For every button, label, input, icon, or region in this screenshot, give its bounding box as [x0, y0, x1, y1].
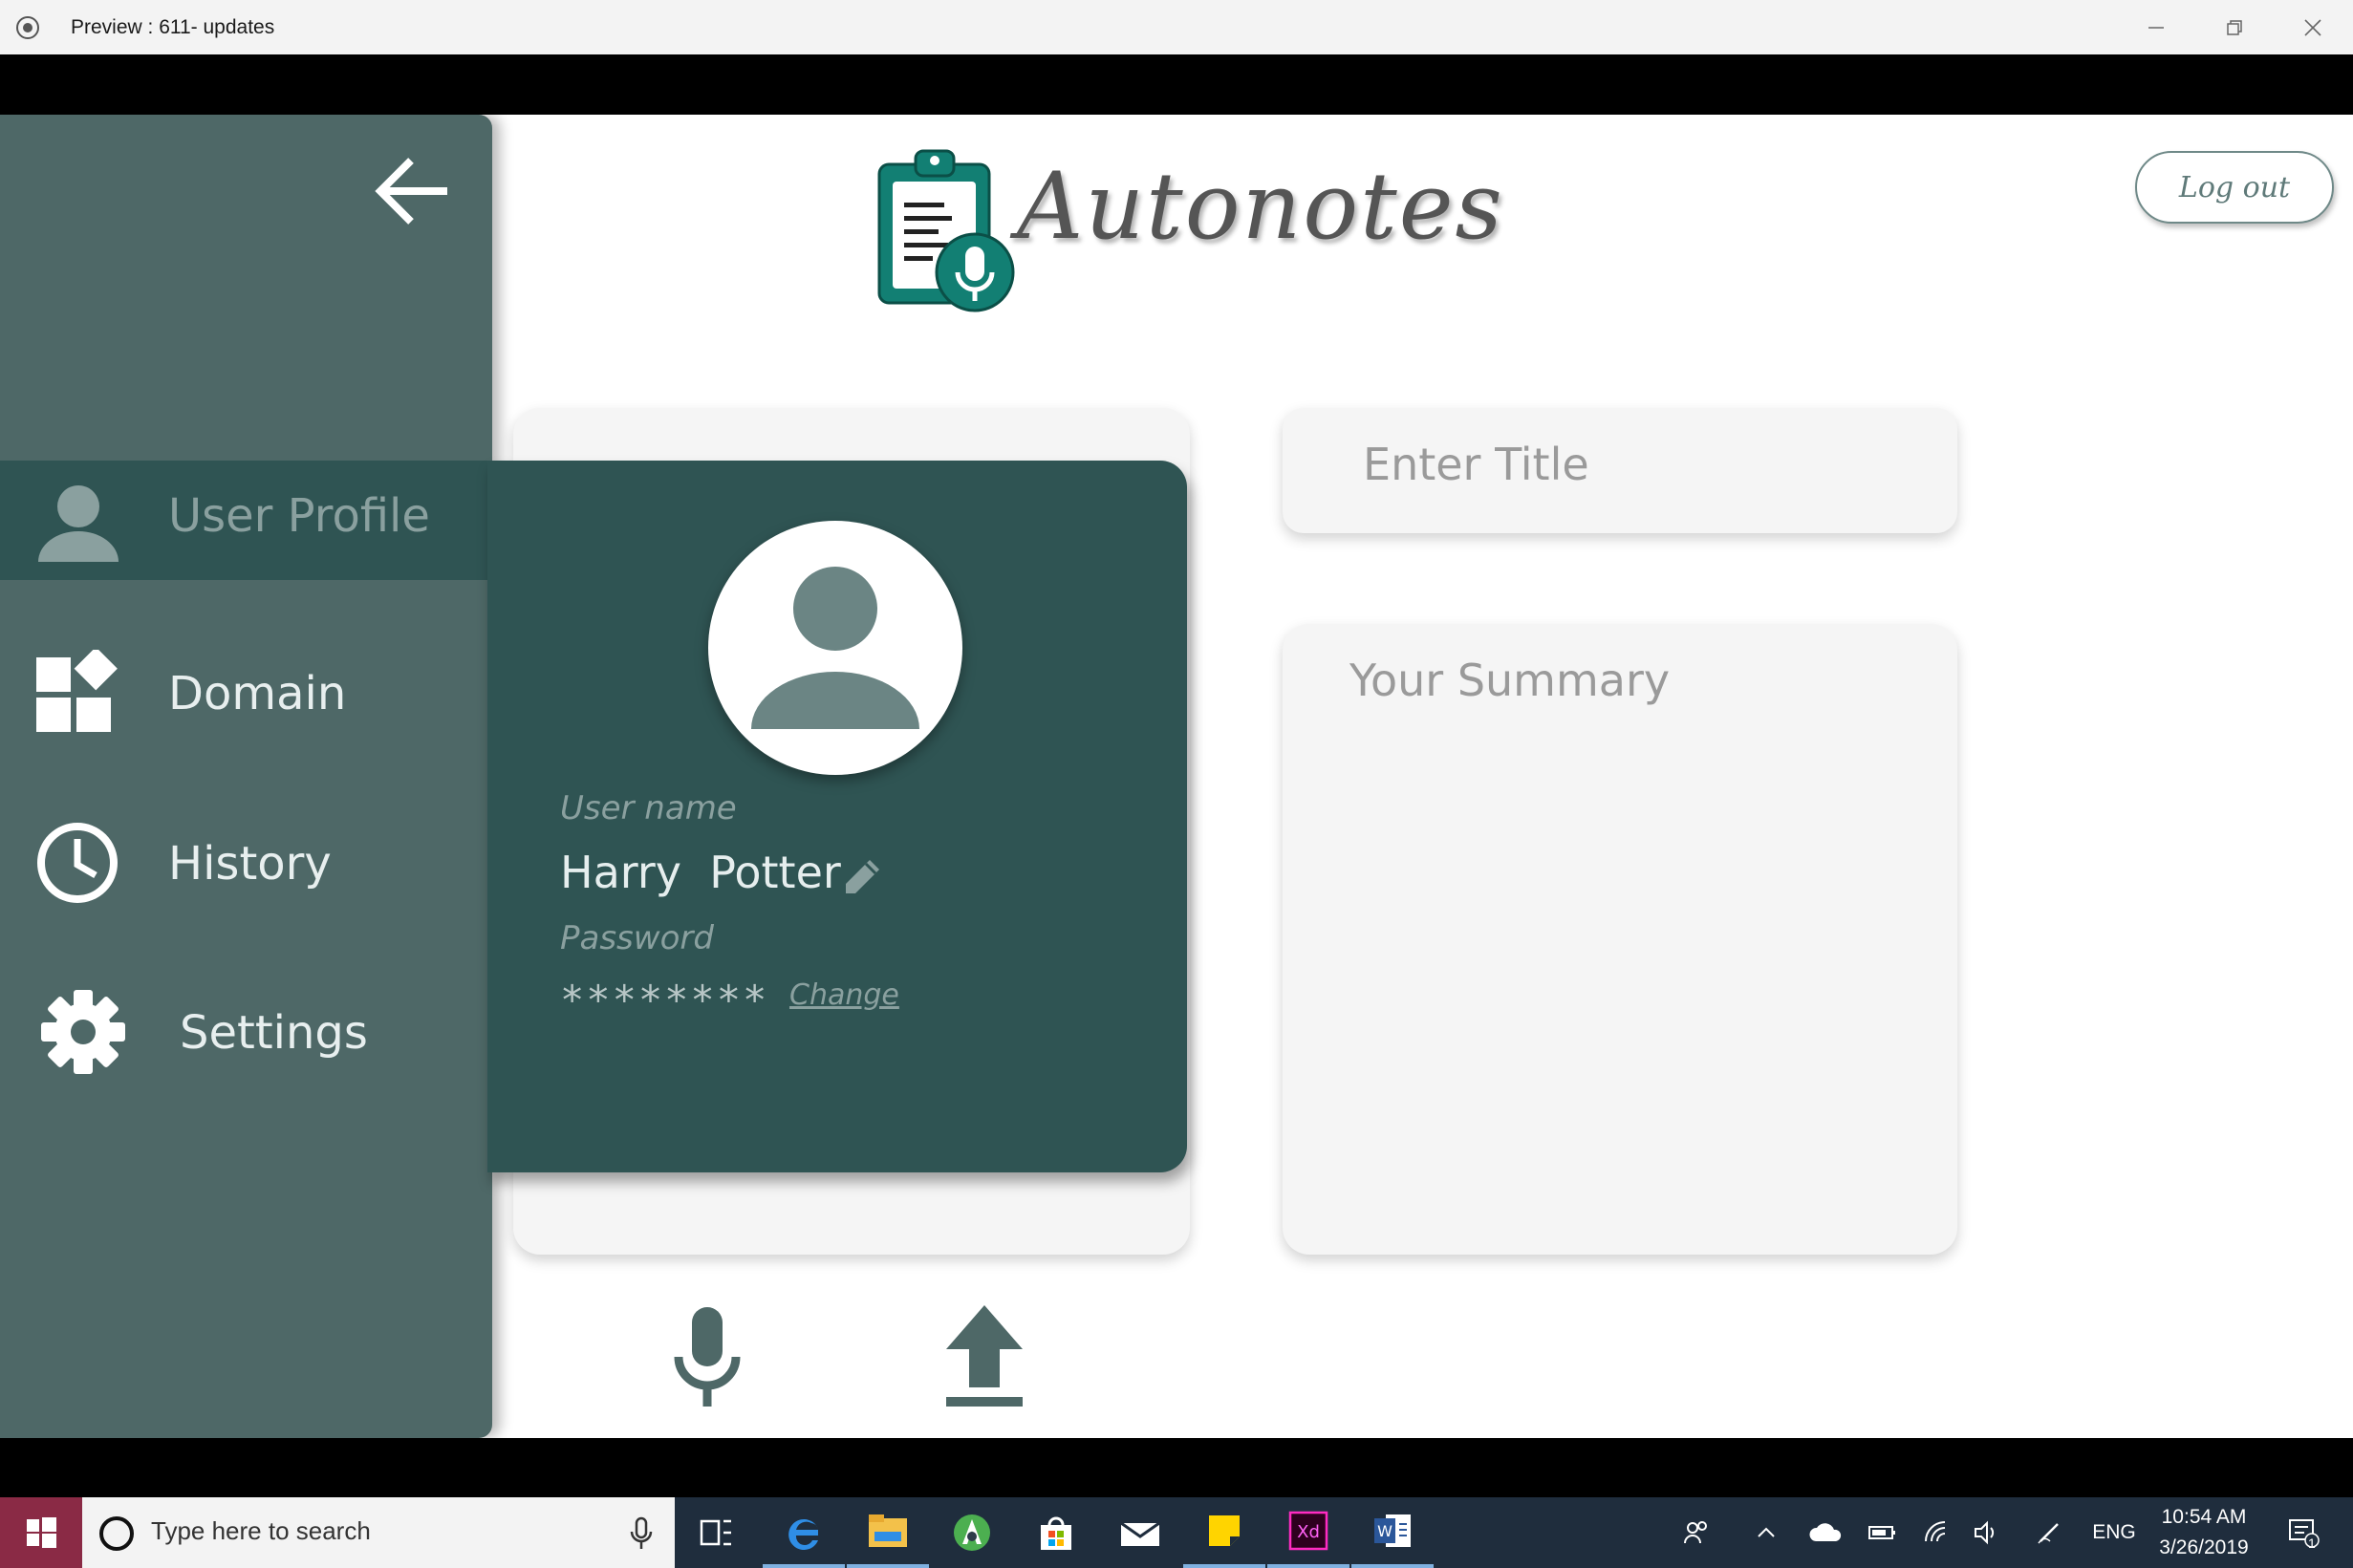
- sidebar-item-label: Domain: [168, 667, 347, 720]
- password-value: ********: [560, 977, 769, 1023]
- sidebar-item-domain[interactable]: Domain: [0, 650, 487, 755]
- back-button[interactable]: [371, 153, 457, 229]
- battery-icon: [1868, 1526, 1895, 1539]
- username-value: Harry Potter: [560, 847, 841, 898]
- domain-icon: [36, 650, 118, 732]
- edge-icon: [788, 1519, 818, 1550]
- sidebar: [0, 115, 492, 1438]
- app-content: Autonotes Log out Enter Title Your Summa…: [0, 115, 2353, 1438]
- summary-textarea[interactable]: Your Summary: [1283, 624, 1957, 1255]
- app-window-icon: [13, 13, 42, 42]
- taskbar-app-mail[interactable]: [1099, 1497, 1181, 1568]
- avatar[interactable]: [708, 521, 962, 775]
- chevron-up-icon: [1758, 1527, 1775, 1537]
- close-button[interactable]: [2273, 0, 2353, 54]
- restore-button[interactable]: [2194, 0, 2275, 54]
- action-center-button[interactable]: 1: [2275, 1497, 2332, 1568]
- start-button[interactable]: [0, 1497, 82, 1568]
- change-password-link[interactable]: Change: [789, 978, 899, 1012]
- taskbar-app-android-studio[interactable]: [931, 1497, 1013, 1568]
- windows-icon: [27, 1517, 56, 1548]
- input-language-indicator[interactable]: ENG: [2085, 1497, 2143, 1568]
- username-label: User name: [560, 789, 737, 827]
- adobe-xd-icon: Xd: [1288, 1511, 1328, 1551]
- window-title: Preview : 611- updates: [71, 16, 275, 38]
- people-button[interactable]: [1673, 1497, 1722, 1568]
- word-icon: W: [1374, 1514, 1411, 1547]
- sidebar-item-user-profile[interactable]: User Profile: [0, 461, 487, 580]
- user-icon: [38, 485, 119, 562]
- minimize-button[interactable]: [2116, 0, 2196, 54]
- summary-placeholder: Your Summary: [1349, 655, 1671, 706]
- svg-text:W: W: [1377, 1522, 1392, 1540]
- pencil-icon: [846, 860, 879, 893]
- logout-button[interactable]: Log out: [2135, 151, 2334, 224]
- taskbar-app-store[interactable]: [1015, 1497, 1097, 1568]
- app-logo-icon: [870, 143, 1023, 315]
- taskbar-search-box[interactable]: Type here to search: [82, 1497, 675, 1568]
- svg-text:Xd: Xd: [1297, 1522, 1320, 1542]
- microphone-icon: [674, 1307, 741, 1407]
- microphone-button[interactable]: [659, 1300, 755, 1414]
- task-view-icon: [700, 1519, 731, 1546]
- taskbar-app-edge[interactable]: [763, 1497, 845, 1568]
- sidebar-item-label: History: [168, 837, 332, 891]
- window-titlebar: [0, 0, 2353, 54]
- onedrive-button[interactable]: [1797, 1497, 1854, 1568]
- sidebar-item-settings[interactable]: Settings: [0, 989, 487, 1094]
- password-label: Password: [560, 919, 714, 957]
- edit-username-button[interactable]: [841, 856, 883, 898]
- taskbar-app-adobe-xd[interactable]: Xd: [1267, 1497, 1349, 1568]
- speaker-icon: [1975, 1520, 1995, 1545]
- notification-count: 1: [2308, 1536, 2316, 1551]
- cloud-icon: [1809, 1523, 1842, 1541]
- show-hidden-icons-button[interactable]: [1741, 1497, 1791, 1568]
- android-studio-icon: [954, 1514, 990, 1551]
- folder-icon: [869, 1514, 907, 1547]
- taskbar-app-sticky-notes[interactable]: [1183, 1497, 1265, 1568]
- sidebar-item-label: Settings: [180, 1006, 368, 1060]
- battery-button[interactable]: [1858, 1497, 1908, 1568]
- pen-workspace-button[interactable]: [2024, 1497, 2074, 1568]
- clock-date[interactable]: 3/26/2019: [2147, 1536, 2261, 1559]
- app-name: Autonotes: [1017, 153, 1504, 260]
- minimize-icon: [2148, 26, 2164, 29]
- clock-time[interactable]: 10:54 AM: [2147, 1506, 2261, 1529]
- search-placeholder: Type here to search: [151, 1516, 371, 1545]
- sticky-notes-icon: [1209, 1515, 1240, 1546]
- upload-button[interactable]: [937, 1300, 1032, 1414]
- taskbar-app-word[interactable]: W: [1351, 1497, 1434, 1568]
- user-avatar-icon: [751, 567, 919, 729]
- restore-icon: [2227, 19, 2242, 35]
- title-input[interactable]: Enter Title: [1283, 408, 1957, 533]
- mail-icon: [1120, 1521, 1160, 1546]
- taskbar-app-file-explorer[interactable]: [847, 1497, 929, 1568]
- volume-button[interactable]: [1961, 1497, 2011, 1568]
- close-icon: [2304, 18, 2321, 36]
- clock-icon: [37, 823, 118, 903]
- arrow-left-icon: [375, 158, 447, 225]
- wifi-icon: [1925, 1521, 1946, 1542]
- title-placeholder: Enter Title: [1363, 439, 1589, 490]
- store-icon: [1041, 1516, 1071, 1550]
- upload-icon: [946, 1305, 1023, 1407]
- pen-icon: [2038, 1523, 2059, 1544]
- microphone-icon[interactable]: [627, 1516, 656, 1551]
- sidebar-item-history[interactable]: History: [0, 820, 487, 925]
- sidebar-item-label: User Profile: [168, 489, 430, 543]
- gear-icon: [41, 990, 125, 1074]
- people-icon: [1684, 1521, 1707, 1544]
- network-button[interactable]: [1911, 1497, 1961, 1568]
- cortana-icon: [99, 1516, 134, 1551]
- task-view-button[interactable]: [675, 1497, 757, 1568]
